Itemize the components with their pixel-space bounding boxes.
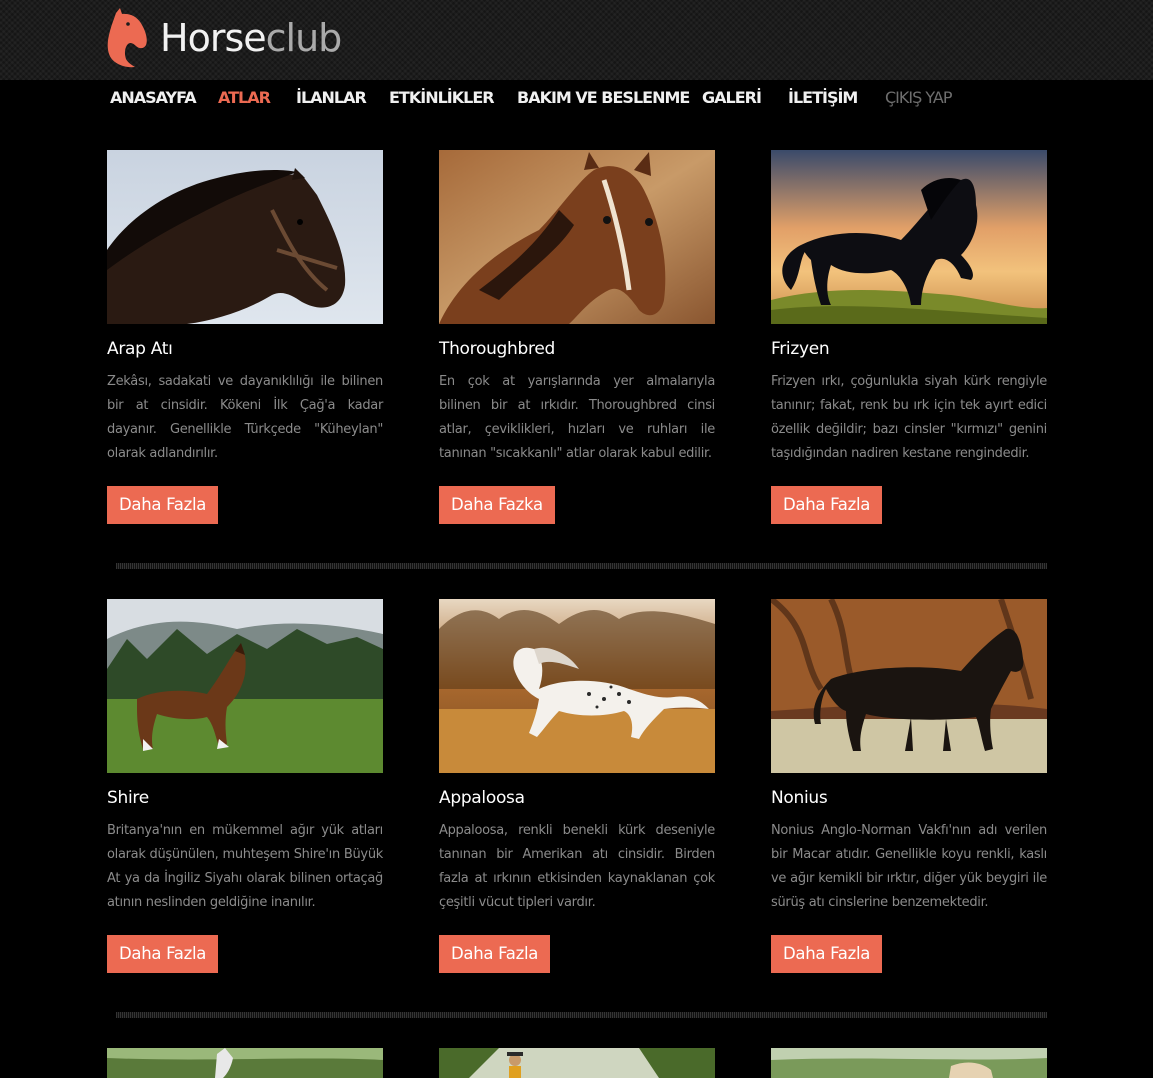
- card-description: Nonius Anglo-Norman Vakfı'nın adı verile…: [771, 823, 1047, 910]
- card-image[interactable]: [771, 1048, 1047, 1078]
- nav-ilanlar[interactable]: İLANLAR: [296, 86, 367, 110]
- nav-galeri[interactable]: GALERİ: [702, 86, 762, 110]
- card-description: En çok at yarışlarında yer almalarıyla b…: [439, 374, 715, 461]
- more-button[interactable]: Daha Fazla: [439, 935, 551, 973]
- appaloosa-horse-photo: [439, 599, 715, 773]
- card-image[interactable]: [439, 1048, 715, 1078]
- nav-cikis-yap[interactable]: ÇIKIŞ YAP: [885, 86, 952, 110]
- site-logo[interactable]: Horseclub: [106, 6, 343, 70]
- card-description: Zekâsı, sadakati ve dayanıklılığı ile bi…: [107, 374, 383, 461]
- wordmark-horse: Horse: [160, 16, 267, 60]
- nonius-horse-photo: [771, 599, 1047, 773]
- more-button[interactable]: Daha Fazla: [107, 486, 219, 524]
- row-divider: [116, 563, 1047, 569]
- card-image[interactable]: [771, 599, 1047, 773]
- arabian-horse-photo: [107, 150, 383, 324]
- card-description: Britanya'nın en mükemmel ağır yük atları…: [107, 823, 383, 910]
- site-header: Horseclub: [0, 0, 1153, 80]
- card-description: Frizyen ırkı, çoğunlukla siyah kürk reng…: [771, 374, 1047, 461]
- card-title: Nonius: [771, 788, 828, 808]
- site-wordmark: Horseclub: [160, 16, 343, 60]
- card-title: Thoroughbred: [439, 339, 555, 359]
- card-image[interactable]: [771, 150, 1047, 324]
- card-title: Shire: [107, 788, 149, 808]
- more-button[interactable]: Daha Fazla: [771, 486, 883, 524]
- nav-iletisim[interactable]: İLETİŞİM: [788, 86, 858, 110]
- more-button[interactable]: Daha Fazla: [771, 935, 883, 973]
- wordmark-club: club: [265, 16, 343, 60]
- nav-bakim-ve-beslenme[interactable]: BAKIM VE BESLENME: [517, 86, 690, 110]
- more-button[interactable]: Daha Fazka: [439, 486, 555, 524]
- horse-photo: [771, 1048, 1047, 1078]
- card-title: Arap Atı: [107, 339, 173, 359]
- nav-anasayfa[interactable]: ANASAYFA: [110, 86, 197, 110]
- horse-photo: [107, 1048, 383, 1078]
- row-divider: [116, 1012, 1047, 1018]
- thoroughbred-horse-photo: [439, 150, 715, 324]
- shire-horse-photo: [107, 599, 383, 773]
- more-button[interactable]: Daha Fazla: [107, 935, 219, 973]
- card-description: Appaloosa, renkli benekli kürk deseniyle…: [439, 823, 715, 910]
- horse-photo: [439, 1048, 715, 1078]
- card-title: Appaloosa: [439, 788, 525, 808]
- nav-atlar[interactable]: ATLAR: [218, 86, 271, 110]
- horse-head-icon: [106, 7, 150, 69]
- card-image[interactable]: [439, 150, 715, 324]
- card-image[interactable]: [439, 599, 715, 773]
- nav-etkinlikler[interactable]: ETKİNLİKLER: [389, 86, 495, 110]
- card-image[interactable]: [107, 150, 383, 324]
- friesian-horse-photo: [771, 150, 1047, 324]
- card-image[interactable]: [107, 1048, 383, 1078]
- card-title: Frizyen: [771, 339, 830, 359]
- card-image[interactable]: [107, 599, 383, 773]
